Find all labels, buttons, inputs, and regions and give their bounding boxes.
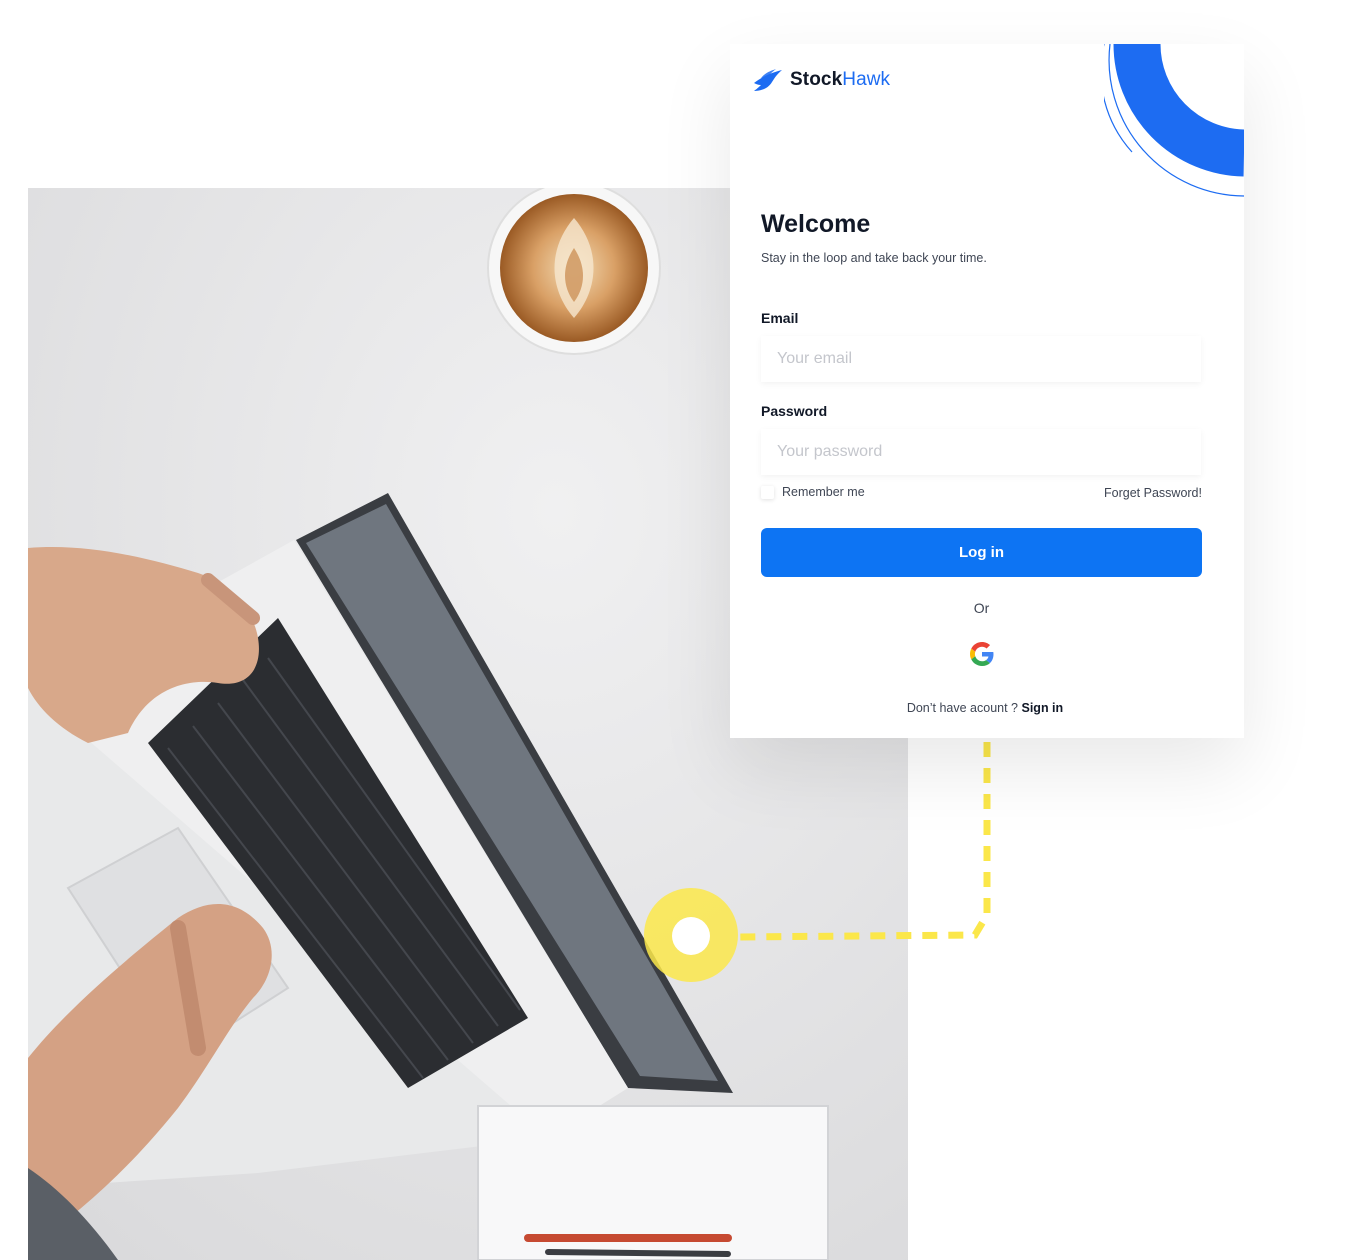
or-divider: Or — [973, 600, 990, 616]
remember-me-label: Remember me — [782, 485, 865, 499]
forget-password-link[interactable]: Forget Password! — [1104, 486, 1202, 500]
decorative-arc — [1104, 44, 1244, 197]
brand-name-part1: Stock — [790, 69, 843, 90]
login-card: StockHawk Welcome Stay in the loop and t… — [730, 44, 1244, 738]
page-subtitle: Stay in the loop and take back your time… — [761, 251, 987, 265]
bird-logo-icon — [754, 69, 782, 91]
password-label: Password — [761, 403, 828, 419]
remember-me-toggle[interactable]: Remember me — [761, 485, 865, 499]
email-field[interactable] — [761, 336, 1201, 382]
signup-row: Don’t have acount ? Sign in — [730, 701, 1240, 715]
google-icon[interactable] — [970, 642, 994, 666]
brand-logo[interactable]: StockHawk — [752, 66, 890, 94]
connector-dot-center — [672, 917, 710, 955]
email-label: Email — [761, 310, 799, 326]
brand-name: StockHawk — [790, 69, 890, 91]
signup-prompt: Don’t have acount ? — [906, 701, 1019, 715]
remember-me-checkbox[interactable] — [761, 485, 774, 499]
page-title: Welcome — [761, 210, 871, 238]
brand-name-part2: Hawk — [842, 69, 891, 90]
login-button[interactable]: Log in — [761, 528, 1202, 577]
signup-link[interactable]: Sign in — [1022, 701, 1064, 715]
password-field[interactable] — [761, 429, 1201, 475]
